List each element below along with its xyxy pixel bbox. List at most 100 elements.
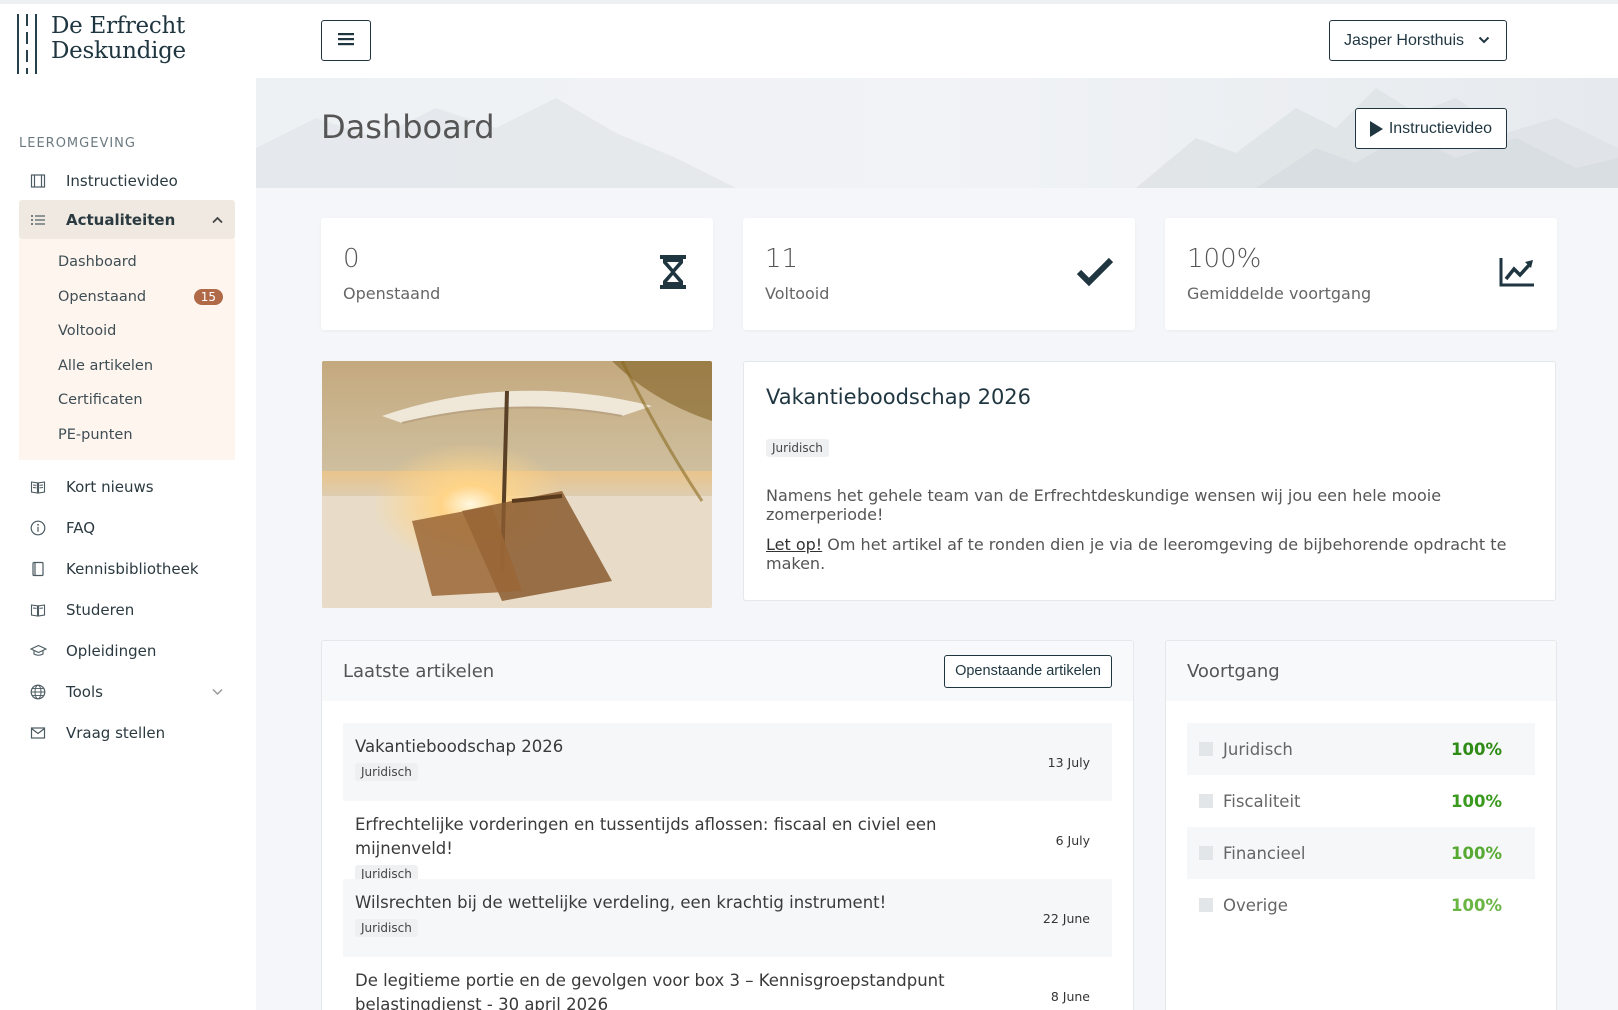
topbar: Jasper Horsthuis (256, 0, 1618, 78)
submenu-item-dashboard[interactable]: Dashboard (19, 245, 235, 280)
progress-value: 100% (1451, 791, 1502, 811)
card-title: Voortgang (1187, 660, 1280, 682)
progress-label: Overige (1223, 895, 1288, 915)
sidebar-nav: Instructievideo Actualiteiten Dashboard … (19, 161, 235, 753)
logo-mark (17, 14, 37, 74)
page-title: Dashboard (321, 108, 495, 146)
submenu-item-label: PE-punten (58, 426, 133, 443)
progress-row-fiscaliteit: Fiscaliteit 100% (1187, 775, 1535, 827)
feature-image-beach (322, 361, 712, 608)
instructievideo-button-label: Instructievideo (1388, 119, 1492, 137)
sidebar-item-label: Vraag stellen (66, 723, 166, 742)
stat-value: 0 (343, 244, 360, 274)
stat-label: Voltooid (765, 284, 830, 303)
brand-logo[interactable]: De Erfrecht Deskundige (17, 14, 186, 74)
sidebar-item-label: Studeren (66, 600, 135, 619)
article-title[interactable]: Vakantieboodschap 2026 (355, 735, 1015, 759)
book-icon (29, 478, 47, 496)
sidebar-item-label: Opleidingen (66, 641, 157, 660)
chevron-down-icon[interactable] (212, 685, 223, 699)
article-title[interactable]: Erfrechtelijke vorderingen en tussentijd… (355, 813, 1015, 861)
article-date: 22 June (1042, 911, 1090, 926)
submenu-item-pe-punten[interactable]: PE-punten (19, 418, 235, 453)
sidebar-item-actualiteiten[interactable]: Actualiteiten (19, 200, 235, 239)
sidebar-item-instructievideo[interactable]: Instructievideo (19, 161, 235, 200)
list-item[interactable]: Erfrechtelijke vorderingen en tussentijd… (343, 801, 1112, 883)
sidebar-item-tools[interactable]: Tools (19, 671, 235, 712)
article-date: 13 July (1047, 755, 1090, 770)
progress-value: 100% (1451, 843, 1502, 863)
progress-value: 100% (1451, 739, 1502, 759)
info-icon (29, 519, 47, 537)
submenu-item-alle-artikelen[interactable]: Alle artikelen (19, 349, 235, 384)
sidebar-item-label: Tools (66, 682, 103, 701)
category-tag: Juridisch (355, 763, 418, 781)
play-icon (1369, 120, 1383, 137)
featured-article-card[interactable]: Vakantieboodschap 2026 Juridisch Namens … (743, 361, 1556, 601)
sidebar-item-kort-nieuws[interactable]: Kort nieuws (19, 466, 235, 507)
sidebar-item-label: Kort nieuws (66, 477, 154, 496)
stat-value: 100% (1187, 244, 1262, 274)
submenu-item-label: Dashboard (58, 254, 137, 271)
count-badge: 15 (193, 288, 223, 305)
stat-card-voltooid: 11 Voltooid (743, 218, 1135, 330)
submenu-item-certificaten[interactable]: Certificaten (19, 383, 235, 418)
menu-toggle-button[interactable] (321, 20, 371, 61)
page-header: Dashboard Instructievideo (256, 78, 1618, 188)
list-item[interactable]: De legitieme portie en de gevolgen voor … (343, 957, 1112, 1010)
let-op-link[interactable]: Let op! (766, 535, 822, 554)
sidebar-item-vraag-stellen[interactable]: Vraag stellen (19, 712, 235, 753)
featured-article-note: Let op! Om het artikel af te ronden dien… (766, 535, 1546, 573)
list-item[interactable]: Vakantieboodschap 2026 Juridisch 13 July (343, 723, 1112, 801)
chevron-up-icon[interactable] (212, 213, 223, 227)
progress-row-juridisch: Juridisch 100% (1187, 723, 1535, 775)
sidebar-item-label: Instructievideo (66, 171, 178, 190)
progress-label: Financieel (1223, 843, 1306, 863)
article-title[interactable]: De legitieme portie en de gevolgen voor … (355, 969, 1015, 1010)
articles-list: Vakantieboodschap 2026 Juridisch 13 July… (322, 701, 1133, 1010)
graduation-cap-icon (29, 642, 47, 660)
openstaande-artikelen-button[interactable]: Openstaande artikelen (944, 654, 1112, 688)
list-icon (29, 211, 47, 229)
sidebar: De Erfrecht Deskundige LEEROMGEVING Inst… (0, 0, 256, 1010)
film-icon (29, 172, 47, 190)
stat-card-openstaand: 0 Openstaand (321, 218, 713, 330)
progress-row-overige: Overige 100% (1187, 879, 1535, 931)
featured-article-note-text: Om het artikel af te ronden dien je via … (766, 535, 1507, 573)
list-item[interactable]: Wilsrechten bij de wettelijke verdeling,… (343, 879, 1112, 957)
card-title: Laatste artikelen (343, 660, 495, 682)
card-header: Voortgang (1166, 641, 1556, 701)
article-date: 6 July (1055, 833, 1090, 848)
submenu-item-label: Certificaten (58, 392, 143, 409)
sidebar-item-label: Actualiteiten (66, 210, 176, 229)
featured-article-title[interactable]: Vakantieboodschap 2026 (766, 385, 1031, 409)
progress-value: 100% (1451, 895, 1502, 915)
progress-list: Juridisch 100% Fiscaliteit 100% Financie… (1166, 701, 1556, 931)
hamburger-icon (338, 29, 354, 52)
category-tag: Juridisch (355, 919, 418, 937)
article-title[interactable]: Wilsrechten bij de wettelijke verdeling,… (355, 891, 1015, 915)
category-tag: Juridisch (766, 439, 829, 457)
user-menu-button[interactable]: Jasper Horsthuis (1328, 20, 1507, 61)
submenu-item-voltooid[interactable]: Voltooid (19, 314, 235, 349)
instructievideo-button[interactable]: Instructievideo (1354, 108, 1507, 149)
hourglass-icon (653, 252, 693, 292)
stat-label: Openstaand (343, 284, 441, 303)
progress-label: Fiscaliteit (1223, 791, 1301, 811)
envelope-icon (29, 724, 47, 742)
legend-swatch (1199, 846, 1213, 860)
sidebar-item-opleidingen[interactable]: Opleidingen (19, 630, 235, 671)
stat-card-voortgang: 100% Gemiddelde voortgang (1165, 218, 1557, 330)
sidebar-item-studeren[interactable]: Studeren (19, 589, 235, 630)
card-header: Laatste artikelen Openstaande artikelen (322, 641, 1133, 701)
progress-card: Voortgang Juridisch 100% Fiscaliteit 100… (1165, 640, 1557, 1010)
brand-line-1: De Erfrecht (51, 13, 185, 39)
sidebar-item-kennisbibliotheek[interactable]: Kennisbibliotheek (19, 548, 235, 589)
article-date: 8 June (1050, 989, 1090, 1004)
brand-name: De Erfrecht Deskundige (51, 14, 186, 64)
featured-article-text: Namens het gehele team van de Erfrechtde… (766, 486, 1442, 524)
submenu-item-openstaand[interactable]: Openstaand 15 (19, 280, 235, 315)
legend-swatch (1199, 794, 1213, 808)
sidebar-item-faq[interactable]: FAQ (19, 507, 235, 548)
submenu-item-label: Voltooid (58, 323, 117, 340)
